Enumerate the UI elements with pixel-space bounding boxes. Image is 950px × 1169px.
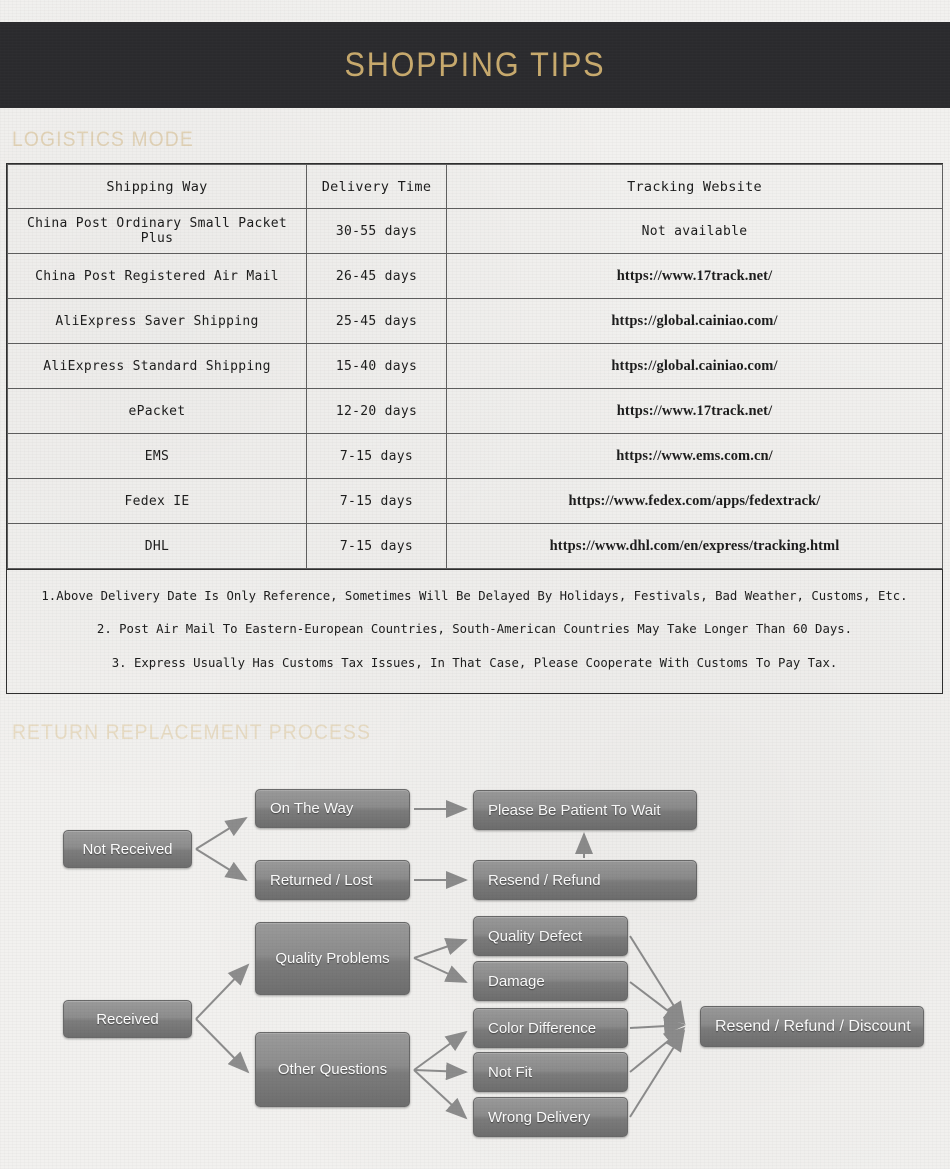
flow-node-label: Resend / Refund / Discount [715, 1017, 911, 1035]
cell-shipping-way: China Post Ordinary Small Packet Plus [7, 208, 307, 254]
table-row: DHL 7-15 days https://www.dhl.com/en/expre… [7, 523, 943, 569]
flow-node-label: Color Difference [488, 1019, 597, 1037]
flow-node-label: Please Be Patient To Wait [488, 801, 661, 819]
cell-delivery-time: 7-15 days [306, 523, 447, 569]
flow-node-other-questions[interactable]: Other Questions [255, 1032, 410, 1107]
flow-node-label: Damage [488, 972, 545, 990]
cell-tracking-website-link[interactable]: https://global.cainiao.com/ [446, 343, 943, 389]
flow-node-label: Other Questions [277, 1061, 388, 1078]
cell-shipping-way: DHL [7, 523, 307, 569]
page-title: SHOPPING TIPS [344, 45, 606, 84]
table-row: AliExpress Saver Shipping 25-45 days https… [7, 298, 943, 344]
cell-delivery-time: 30-55 days [306, 208, 447, 254]
logistics-note: 1.Above Delivery Date Is Only Reference,… [41, 589, 908, 603]
flow-node-on-the-way[interactable]: On The Way [255, 789, 410, 828]
cell-shipping-way: EMS [7, 433, 307, 479]
cell-shipping-way: Fedex IE [7, 478, 307, 524]
table-column-header: Shipping Way [7, 164, 307, 209]
flow-node-please-be-patient-to-wait[interactable]: Please Be Patient To Wait [473, 790, 697, 830]
return-process-flowchart: Not Received On The Way Returned / Lost … [0, 760, 950, 1160]
flow-node-label: Quality Defect [488, 927, 583, 945]
cell-tracking-website-link[interactable]: https://www.17track.net/ [446, 388, 943, 434]
logistics-note: 2. Post Air Mail To Eastern-European Cou… [96, 622, 853, 637]
logistics-note: 3. Express Usually Has Customs Tax Issue… [111, 655, 838, 670]
cell-delivery-time: 7-15 days [306, 433, 447, 479]
cell-delivery-time: 26-45 days [306, 253, 447, 299]
cell-delivery-time: 7-15 days [306, 478, 447, 524]
cell-tracking-website: Not available [446, 208, 943, 254]
cell-shipping-way: China Post Registered Air Mail [7, 253, 307, 299]
flow-node-label: On The Way [270, 800, 354, 817]
cell-delivery-time: 25-45 days [306, 298, 447, 344]
flow-node-color-difference[interactable]: Color Difference [473, 1008, 628, 1048]
flow-node-not-fit[interactable]: Not Fit [473, 1052, 628, 1092]
flow-node-label: Wrong Delivery [488, 1108, 591, 1126]
flow-node-label: Returned / Lost [270, 871, 373, 889]
flow-node-label: Resend / Refund [488, 871, 601, 889]
cell-tracking-website-link[interactable]: https://www.dhl.com/en/express/tracking.… [446, 523, 943, 569]
flow-node-label: Quality Problems [275, 950, 390, 967]
table-header-row: Shipping Way Delivery Time Tracking Websit… [7, 164, 943, 209]
flow-node-wrong-delivery[interactable]: Wrong Delivery [473, 1097, 628, 1137]
logistics-table: Shipping Way Delivery Time Tracking Websit… [7, 164, 943, 569]
section-heading-return-replacement-process: RETURN REPLACEMENT PROCESS [12, 721, 372, 744]
table-row: China Post Registered Air Mail 26-45 days… [7, 253, 943, 299]
logistics-notes-block: 1.Above Delivery Date Is Only Reference,… [6, 570, 943, 694]
section-heading-logistics-mode: LOGISTICS MODE [12, 128, 194, 151]
cell-delivery-time: 12-20 days [306, 388, 447, 434]
table-row: Fedex IE 7-15 days https://www.fedex.com/a… [7, 478, 943, 524]
page-header-banner: SHOPPING TIPS [0, 22, 950, 108]
table-row: China Post Ordinary Small Packet Plus 30-… [7, 208, 943, 254]
cell-shipping-way: ePacket [7, 388, 307, 434]
cell-tracking-website-link[interactable]: https://www.fedex.com/apps/fedextrack/ [446, 478, 943, 524]
table-row: EMS 7-15 days https://www.ems.com.cn/ [7, 433, 943, 479]
cell-delivery-time: 15-40 days [306, 343, 447, 389]
table-row: AliExpress Standard Shipping 15-40 days ht… [7, 343, 943, 389]
flow-node-resend-refund[interactable]: Resend / Refund [473, 860, 697, 900]
logistics-table-container: Shipping Way Delivery Time Tracking Websit… [6, 163, 943, 570]
flow-node-damage[interactable]: Damage [473, 961, 628, 1001]
flow-node-quality-problems[interactable]: Quality Problems [255, 922, 410, 995]
flow-node-not-received[interactable]: Not Received [63, 830, 192, 868]
table-column-header: Delivery Time [306, 164, 447, 209]
flow-node-received[interactable]: Received [63, 1000, 192, 1038]
table-column-header: Tracking Website [446, 164, 943, 209]
flow-node-returned-lost[interactable]: Returned / Lost [255, 860, 410, 900]
flow-node-label: Not Fit [488, 1063, 533, 1081]
flow-node-quality-defect[interactable]: Quality Defect [473, 916, 628, 956]
flow-node-label: Not Received [82, 840, 173, 858]
cell-tracking-website-link[interactable]: https://global.cainiao.com/ [446, 298, 943, 344]
flow-node-resend-refund-discount[interactable]: Resend / Refund / Discount [700, 1006, 924, 1047]
cell-tracking-website-link[interactable]: https://www.17track.net/ [446, 253, 943, 299]
table-row: ePacket 12-20 days https://www.17track.net… [7, 388, 943, 434]
cell-tracking-website-link[interactable]: https://www.ems.com.cn/ [446, 433, 943, 479]
cell-shipping-way: AliExpress Saver Shipping [7, 298, 307, 344]
cell-shipping-way: AliExpress Standard Shipping [7, 343, 307, 389]
flow-node-label: Received [96, 1010, 159, 1028]
